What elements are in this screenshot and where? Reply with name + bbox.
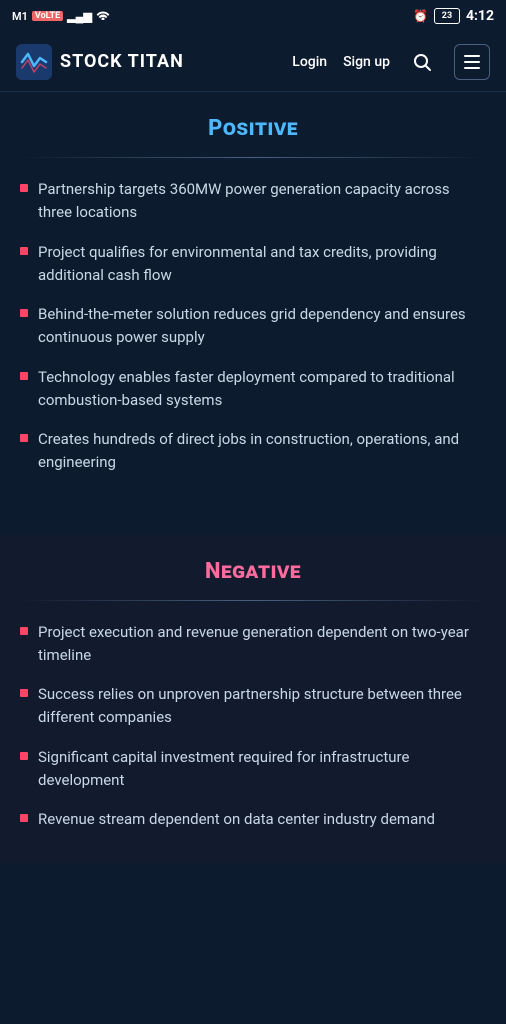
wifi-icon — [96, 9, 110, 23]
nav-links: Login Sign up — [292, 44, 490, 80]
list-item: Partnership targets 360MW power generati… — [20, 178, 486, 225]
status-left: M1 VoLTE ▂▄▆ — [12, 9, 110, 23]
bullet-marker — [20, 184, 28, 192]
battery-icon: 23 — [434, 8, 460, 24]
positive-bullet-list: Partnership targets 360MW power generati… — [20, 178, 486, 475]
bullet-marker — [20, 627, 28, 635]
list-item: Success relies on unproven partnership s… — [20, 683, 486, 730]
negative-item-1: Project execution and revenue generation… — [38, 621, 486, 668]
search-icon[interactable] — [406, 46, 438, 78]
negative-bullet-list: Project execution and revenue generation… — [20, 621, 486, 832]
positive-divider — [20, 157, 486, 158]
negative-title: Negative — [20, 559, 486, 584]
bullet-marker — [20, 434, 28, 442]
network-type-label: VoLTE — [32, 11, 63, 21]
time-label: 4:12 — [466, 8, 494, 24]
login-link[interactable]: Login — [292, 54, 327, 70]
logo-container: STOCK TITAN — [16, 44, 292, 80]
bullet-marker — [20, 689, 28, 697]
negative-item-4: Revenue stream dependent on data center … — [38, 808, 435, 831]
hamburger-line-3 — [464, 67, 480, 69]
negative-section: Negative Project execution and revenue g… — [0, 535, 506, 864]
bullet-marker — [20, 309, 28, 317]
signup-link[interactable]: Sign up — [343, 54, 390, 70]
positive-item-4: Technology enables faster deployment com… — [38, 366, 486, 413]
signal-icon: ▂▄▆ — [67, 10, 92, 23]
list-item: Revenue stream dependent on data center … — [20, 808, 486, 831]
list-item: Behind-the-meter solution reduces grid d… — [20, 303, 486, 350]
list-item: Project qualifies for environmental and … — [20, 241, 486, 288]
logo-text: STOCK TITAN — [60, 51, 184, 72]
positive-item-1: Partnership targets 360MW power generati… — [38, 178, 486, 225]
list-item: Technology enables faster deployment com… — [20, 366, 486, 413]
list-item: Significant capital investment required … — [20, 746, 486, 793]
negative-item-3: Significant capital investment required … — [38, 746, 486, 793]
negative-item-2: Success relies on unproven partnership s… — [38, 683, 486, 730]
section-spacer — [0, 507, 506, 527]
alarm-icon: ⏰ — [413, 9, 428, 23]
positive-section: Positive Partnership targets 360MW power… — [0, 92, 506, 507]
carrier-label: M1 — [12, 10, 28, 23]
status-right: ⏰ 23 4:12 — [413, 8, 494, 24]
bullet-marker — [20, 247, 28, 255]
bullet-marker — [20, 814, 28, 822]
list-item: Creates hundreds of direct jobs in const… — [20, 428, 486, 475]
hamburger-line-1 — [464, 55, 480, 57]
bullet-marker — [20, 372, 28, 380]
positive-item-5: Creates hundreds of direct jobs in const… — [38, 428, 486, 475]
logo-icon — [16, 44, 52, 80]
positive-item-3: Behind-the-meter solution reduces grid d… — [38, 303, 486, 350]
bullet-marker — [20, 752, 28, 760]
navbar: STOCK TITAN Login Sign up — [0, 32, 506, 92]
positive-title: Positive — [20, 116, 486, 141]
positive-item-2: Project qualifies for environmental and … — [38, 241, 486, 288]
status-bar: M1 VoLTE ▂▄▆ ⏰ 23 4:12 — [0, 0, 506, 32]
negative-divider — [20, 600, 486, 601]
main-content: Positive Partnership targets 360MW power… — [0, 92, 506, 863]
hamburger-menu[interactable] — [454, 44, 490, 80]
hamburger-line-2 — [464, 61, 480, 63]
list-item: Project execution and revenue generation… — [20, 621, 486, 668]
